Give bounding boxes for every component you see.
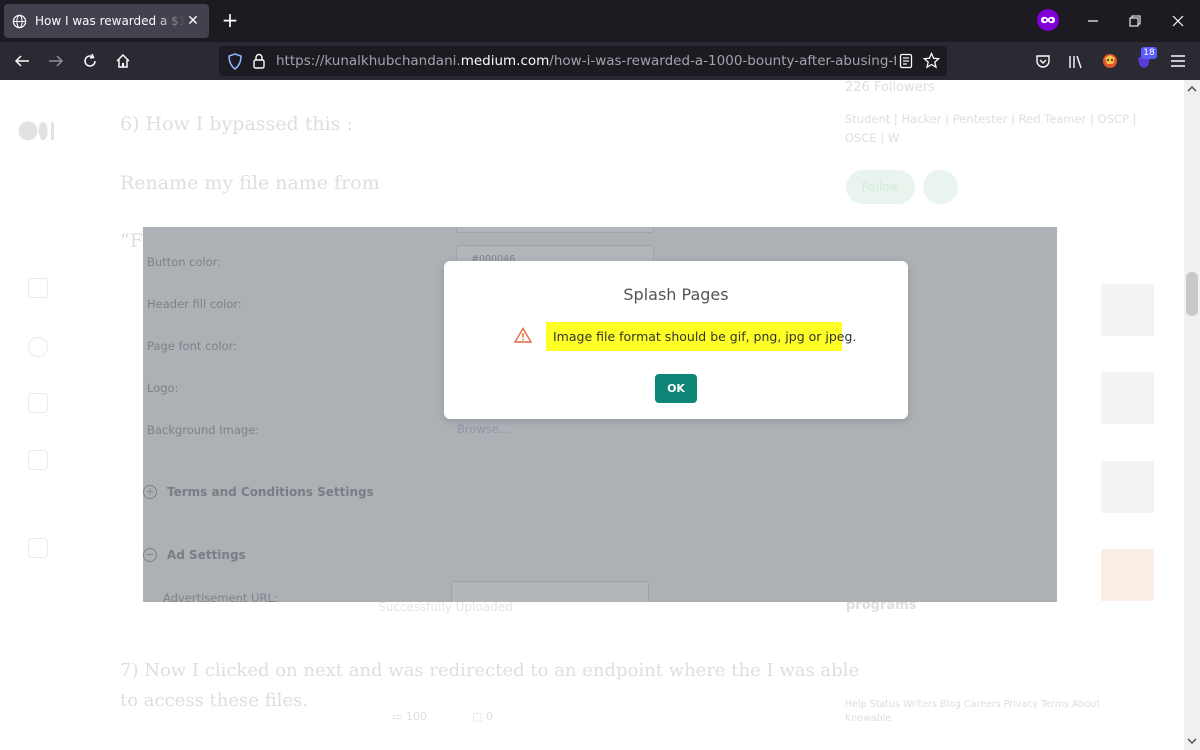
previous-field-input bbox=[456, 227, 654, 233]
shield-icon[interactable] bbox=[227, 53, 243, 70]
reader-view-icon[interactable] bbox=[899, 53, 913, 69]
extension-badge: 18 bbox=[1141, 47, 1157, 59]
author-bio-line2: OSCE | W bbox=[845, 131, 900, 145]
response-value: 0 bbox=[485, 710, 493, 723]
minimize-icon[interactable] bbox=[1083, 11, 1103, 31]
bookmark-star-icon[interactable] bbox=[923, 52, 940, 69]
subscribe-mail-icon[interactable] bbox=[923, 170, 958, 204]
ad-settings-heading: Ad Settings bbox=[167, 548, 246, 562]
url-path: /how-i-was-rewarded-a-1000-bounty-after-… bbox=[549, 53, 896, 69]
scroll-down-arrow-icon[interactable] bbox=[1187, 736, 1197, 746]
dialog-title: Splash Pages bbox=[623, 285, 729, 304]
clap-count[interactable]: ▭ 100 bbox=[392, 710, 427, 723]
home-icon[interactable] bbox=[112, 51, 134, 71]
scroll-up-arrow-icon[interactable] bbox=[1187, 84, 1197, 94]
warning-triangle-icon bbox=[514, 327, 532, 343]
followers-count: 226 Followers bbox=[845, 80, 935, 95]
bookmarks-icon[interactable] bbox=[28, 393, 48, 413]
lock-icon[interactable] bbox=[252, 53, 266, 69]
library-icon[interactable] bbox=[1065, 51, 1087, 71]
close-window-icon[interactable] bbox=[1168, 11, 1188, 31]
page-font-label: Page font color: bbox=[147, 339, 238, 353]
url-text[interactable]: https://kunalkhubchandani.medium.com/how… bbox=[276, 53, 896, 69]
back-arrow-icon[interactable] bbox=[11, 51, 33, 71]
follow-button[interactable]: Follow bbox=[846, 170, 915, 204]
tab-article[interactable]: How I was rewarded a $1000 bounty after … bbox=[4, 4, 209, 38]
browse-link: Browse... bbox=[457, 422, 510, 436]
recommended-thumbnail-4[interactable] bbox=[1101, 549, 1154, 601]
restore-icon[interactable] bbox=[1125, 11, 1145, 31]
url-prefix: https://kunalkhubchandani. bbox=[276, 53, 461, 69]
ok-button[interactable]: OK bbox=[655, 374, 697, 403]
private-mask-icon[interactable] bbox=[1037, 9, 1059, 31]
home-nav-icon[interactable] bbox=[28, 278, 48, 298]
terms-section-heading: Terms and Conditions Settings bbox=[167, 485, 374, 499]
medium-logo-icon[interactable] bbox=[18, 121, 58, 141]
browser-window: How I was rewarded a $1000 bounty after … bbox=[0, 0, 1200, 750]
new-tab-button[interactable]: + bbox=[218, 9, 242, 33]
collapse-minus-icon: − bbox=[143, 548, 157, 562]
expand-plus-icon: + bbox=[143, 485, 157, 499]
url-host: medium.com bbox=[460, 53, 550, 69]
dialog-message: Image file format should be gif, png, jp… bbox=[553, 329, 857, 344]
footer-links[interactable]: Help Status Writers Blog Careers Privacy… bbox=[845, 699, 1100, 710]
page-scrollbar[interactable] bbox=[1184, 80, 1200, 750]
reload-icon[interactable] bbox=[79, 51, 101, 71]
tab-bar: How I was rewarded a $1000 bounty after … bbox=[0, 0, 1200, 42]
article-heading-7-line2: to access these files. bbox=[120, 690, 308, 711]
pocket-icon[interactable] bbox=[1032, 51, 1054, 71]
notifications-icon[interactable] bbox=[28, 337, 48, 357]
background-image-label: Background Image: bbox=[147, 423, 260, 437]
globe-icon bbox=[12, 14, 27, 28]
response-count[interactable]: ▢ 0 bbox=[472, 710, 493, 723]
article-quote-fragment: “F bbox=[120, 230, 143, 252]
clap-value: 100 bbox=[405, 710, 427, 723]
footer-link-knowable[interactable]: Knowable bbox=[845, 713, 891, 724]
button-color-label: Button color: bbox=[147, 255, 222, 269]
scrollbar-thumb[interactable] bbox=[1186, 272, 1198, 316]
upload-status-text: Successfully Uploaded bbox=[378, 600, 513, 614]
lists-icon[interactable] bbox=[28, 450, 48, 470]
article-heading-7-line1: 7) Now I clicked on next and was redirec… bbox=[120, 660, 860, 681]
forward-arrow-icon[interactable] bbox=[45, 51, 67, 71]
tab-title: How I was rewarded a $1000 bounty after … bbox=[35, 14, 185, 28]
navigation-toolbar: https://kunalkhubchandani.medium.com/how… bbox=[0, 42, 1200, 80]
write-icon[interactable] bbox=[28, 538, 48, 558]
splash-pages-dialog: Splash Pages Image file format should be… bbox=[444, 261, 908, 419]
recommended-thumbnail-2[interactable] bbox=[1101, 372, 1154, 424]
article-paragraph-rename: Rename my file name from bbox=[120, 172, 380, 194]
extension-fox-icon[interactable] bbox=[1099, 51, 1121, 71]
recommended-thumbnail-1[interactable] bbox=[1101, 284, 1154, 336]
recommended-thumbnail-3[interactable] bbox=[1101, 461, 1154, 513]
ad-url-label: Advertisement URL: bbox=[163, 591, 278, 602]
url-bar[interactable]: https://kunalkhubchandani.medium.com/how… bbox=[219, 46, 947, 76]
tab-close-icon[interactable]: ✕ bbox=[185, 13, 201, 29]
hamburger-menu-icon[interactable] bbox=[1167, 51, 1189, 71]
article-heading-6: 6) How I bypassed this : bbox=[120, 113, 353, 135]
ad-url-input bbox=[451, 581, 649, 602]
logo-label: Logo: bbox=[147, 381, 179, 395]
header-fill-label: Header fill color: bbox=[147, 297, 242, 311]
author-bio-line1: Student | Hacker | Pentester | Red Teame… bbox=[845, 112, 1137, 126]
